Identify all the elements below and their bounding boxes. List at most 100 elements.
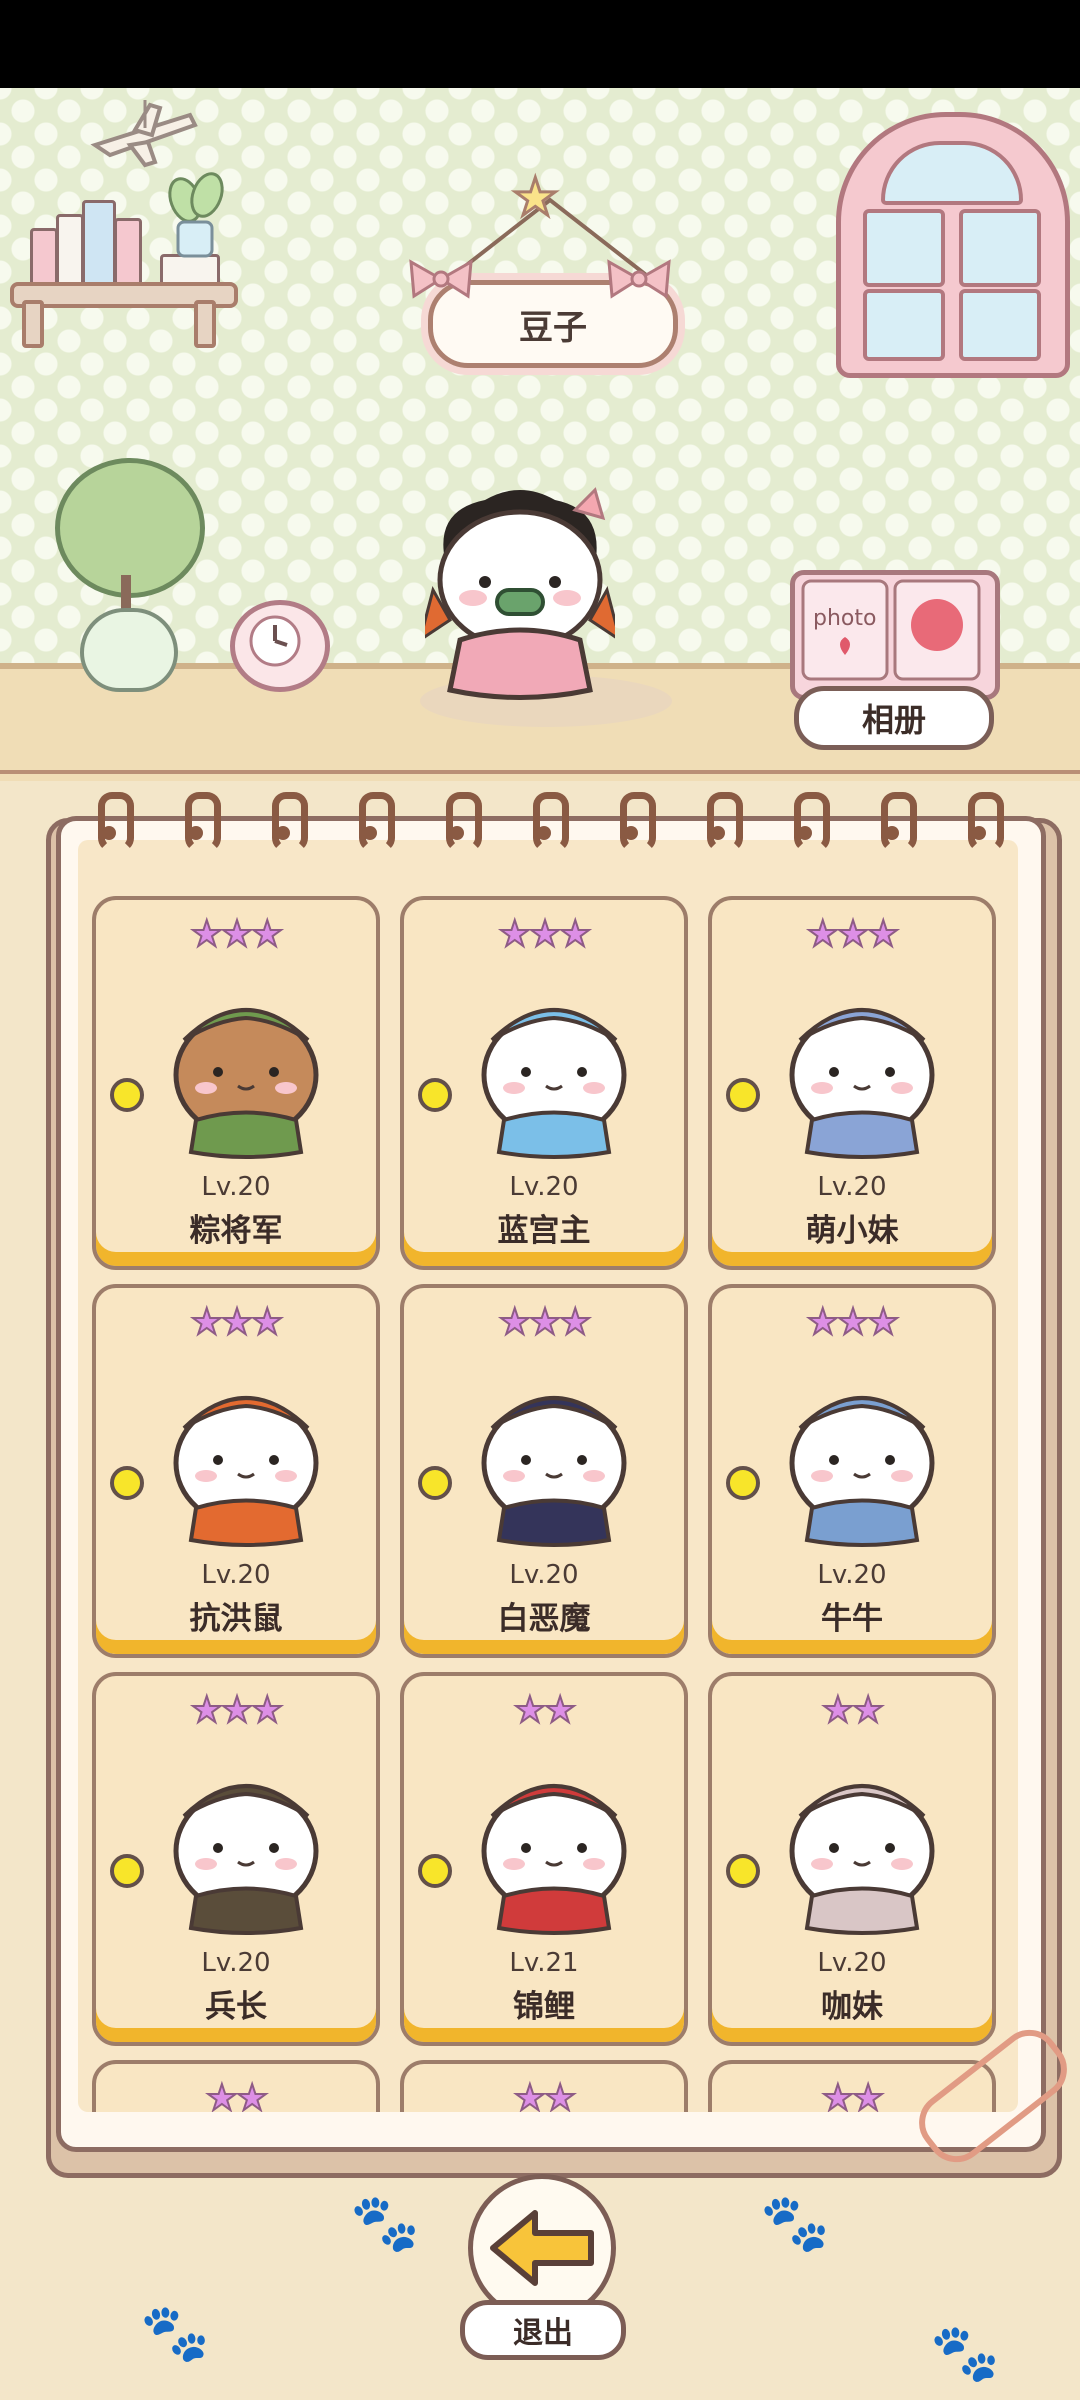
hamster-name: 粽将军 [189,1213,283,1249]
rarity-stars: ★★★ [806,913,901,956]
ring-hole [624,826,638,840]
spiral-ring [707,792,743,852]
hamster-card[interactable]: ★★★ Lv.20 蓝宫主 [400,896,688,1270]
window-arch-pane [881,141,1023,205]
hamster-avatar [481,1396,627,1547]
paw-icon: 🐾 [760,2191,830,2256]
plant-pot [80,608,178,692]
window-pane [863,289,945,361]
photo-album-icon[interactable]: photo [790,570,1000,700]
ring-hole [885,826,899,840]
hamster-level: Lv.20 [817,1948,887,1978]
hamster-card[interactable]: ★★★ Lv.20 白恶魔 [400,1284,688,1658]
back-arrow-icon [490,2210,594,2286]
hamster-name: 蓝宫主 [497,1213,591,1249]
ring-hole [537,826,551,840]
hamster-avatar [173,1396,319,1547]
pet-name: 豆子 [519,307,587,348]
spiral-ring [968,792,1004,852]
album-button[interactable]: 相册 [794,686,994,750]
album-cover-text: photo [813,606,876,631]
shelf-bracket [194,300,216,348]
hamster-card[interactable]: ★★ Lv.20 咖妹 [708,1672,996,2046]
spiral-ring [533,792,569,852]
hamster-card[interactable]: ★★ Lv.21 锦鲤 [400,1672,688,2046]
status-dot [418,1466,452,1500]
rarity-stars: ★★★ [190,1301,285,1344]
status-dot [110,1854,144,1888]
ring-hole [450,826,464,840]
hamster-card[interactable]: ★★★ Lv.20 粽将军 [92,896,380,1270]
window-pane [959,289,1041,361]
hamster-collection-grid[interactable]: ★★★ Lv.20 粽将军 ★★★ Lv.20 蓝宫主 ★★★ Lv.20 萌小妹 ★★★ Lv.2… [78,840,1018,2112]
hamster-avatar [481,1008,627,1159]
hamster-level: Lv.20 [509,1172,579,1202]
hamster-name: 抗洪鼠 [189,1601,283,1637]
rarity-stars: ★★★ [190,913,285,956]
hamster-avatar [789,1008,935,1159]
small-plant-icon [168,172,224,258]
book-icon [56,214,84,290]
status-dot [418,1078,452,1112]
paw-icon: 🐾 [350,2191,420,2256]
hamster-level: Lv.21 [509,1948,579,1978]
window-pane [863,209,945,287]
rarity-stars: ★★★ [498,1301,593,1344]
spiral-ring [881,792,917,852]
status-dot [726,1854,760,1888]
spiral-ring [794,792,830,852]
room-window [836,112,1070,378]
hamster-name: 锦鲤 [513,1989,575,2025]
bow-icon [409,259,473,299]
status-dot [726,1466,760,1500]
toy-plane-icon [90,100,198,168]
hamster-card[interactable]: ★★ [400,2060,688,2112]
ring-hole [189,826,203,840]
status-dot [110,1078,144,1112]
book-icon [82,200,116,290]
exit-button-label[interactable]: 退出 [460,2300,626,2360]
album-button-label: 相册 [861,701,926,739]
shelf-bracket [22,300,44,348]
pet-hamster[interactable] [425,470,615,700]
hamster-level: Lv.20 [201,1172,271,1202]
ring-hole [363,826,377,840]
spiral-ring [272,792,308,852]
window-pane [959,209,1041,287]
bow-icon [607,259,671,299]
rarity-stars: ★★★ [806,1301,901,1344]
spiral-ring [359,792,395,852]
status-dot [726,1078,760,1112]
book-icon [30,228,58,290]
hamster-card[interactable]: ★★ [92,2060,380,2112]
spiral-ring [98,792,134,852]
ring-hole [711,826,725,840]
hamster-name: 咖妹 [821,1989,883,2025]
hamster-card[interactable]: ★★★ Lv.20 牛牛 [708,1284,996,1658]
ring-hole [798,826,812,840]
hamster-avatar [173,1008,319,1159]
hamster-level: Lv.20 [817,1172,887,1202]
hamster-avatar [173,1784,319,1935]
status-dot [418,1854,452,1888]
rarity-stars: ★★★ [498,913,593,956]
hamster-level: Lv.20 [509,1560,579,1590]
paw-icon: 🐾 [140,2301,210,2366]
book-icon [114,218,142,290]
ring-hole [102,826,116,840]
spiral-ring [620,792,656,852]
hamster-avatar [789,1784,935,1935]
status-dot [110,1466,144,1500]
hamster-card[interactable]: ★★★ Lv.20 抗洪鼠 [92,1284,380,1658]
alarm-clock-icon [230,600,330,692]
hamster-card[interactable]: ★★★ Lv.20 兵长 [92,1672,380,2046]
star-icon: ★ [511,167,561,230]
spiral-ring [446,792,482,852]
ring-hole [276,826,290,840]
rarity-stars: ★★ [513,1689,578,1732]
status-bar [0,0,1080,88]
rarity-stars: ★★ [821,1689,886,1732]
hamster-level: Lv.20 [817,1560,887,1590]
hamster-card[interactable]: ★★★ Lv.20 萌小妹 [708,896,996,1270]
hamster-avatar [789,1396,935,1547]
